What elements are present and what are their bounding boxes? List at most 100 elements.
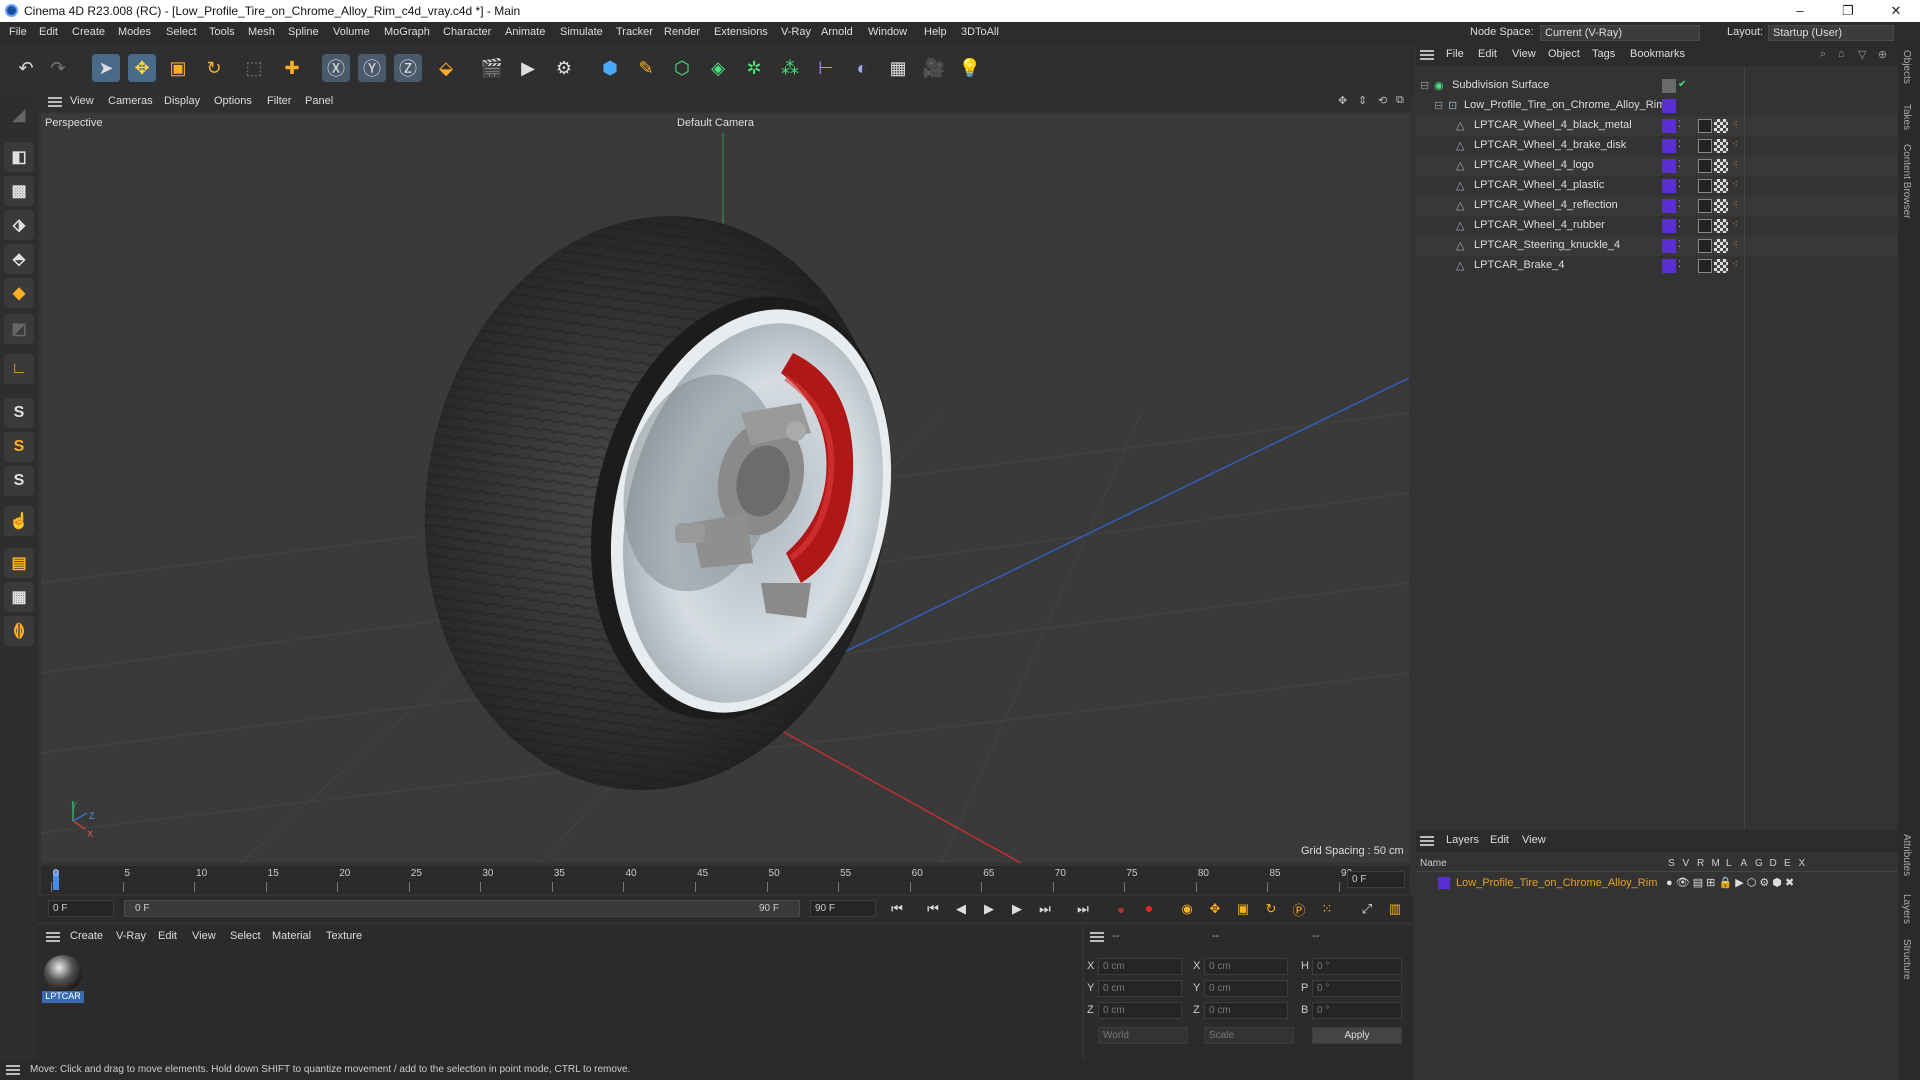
floor-icon[interactable]: ▦ — [884, 54, 912, 82]
menu-animate[interactable]: Animate — [505, 26, 545, 38]
layer-color-icon[interactable] — [1662, 219, 1676, 233]
prev-key-icon[interactable]: ⏮ — [922, 899, 944, 919]
render-view-icon[interactable]: ▶ — [514, 54, 542, 82]
deformer-icon[interactable]: ⁂ — [776, 54, 804, 82]
menu-render[interactable]: Render — [664, 26, 700, 38]
objects-menu-file[interactable]: File — [1446, 48, 1464, 60]
start-frame-field[interactable]: 0 F — [48, 900, 114, 917]
object-row[interactable]: △ LPTCAR_Wheel_4_reflection ⁚ ⁖ — [1416, 196, 1898, 216]
coord-h-rotation[interactable]: 0 ° — [1312, 958, 1402, 975]
viewport-menu-view[interactable]: View — [70, 95, 94, 107]
x-axis-lock-icon[interactable]: Ⓧ — [322, 54, 350, 82]
menu-tracker[interactable]: Tracker — [616, 26, 653, 38]
next-key-icon[interactable]: ⏭ — [1034, 899, 1056, 919]
objects-menu-bookmarks[interactable]: Bookmarks — [1630, 48, 1685, 60]
layout-select[interactable]: Startup (User) — [1768, 25, 1894, 41]
viewport-hamburger-icon[interactable] — [48, 97, 62, 107]
viewport-menu-filter[interactable]: Filter — [267, 95, 291, 107]
layer-color-icon[interactable] — [1662, 239, 1676, 253]
visibility-dots-icon[interactable]: ⁚ — [1678, 159, 1681, 170]
layers-menu-layers[interactable]: Layers — [1446, 834, 1479, 846]
objects-home-icon[interactable]: ⌂ — [1838, 48, 1845, 60]
timeline-icon[interactable]: ⤢ — [1356, 899, 1378, 919]
points-mode-icon[interactable]: ⬗ — [4, 210, 34, 240]
make-editable-icon[interactable]: ◢ — [4, 100, 34, 130]
phong-tag-icon[interactable] — [1698, 219, 1712, 233]
layer-color-icon[interactable] — [1662, 139, 1676, 153]
objects-new-window-icon[interactable]: ⊕ — [1878, 48, 1887, 61]
uvw-tag-icon[interactable]: ⁖ — [1732, 239, 1738, 250]
material-menu-select[interactable]: Select — [230, 930, 261, 942]
lock-grid-icon[interactable]: ⟬⟭ — [4, 616, 34, 646]
coord-y-size[interactable]: 0 cm — [1204, 980, 1288, 997]
material-tag-icon[interactable] — [1714, 139, 1728, 153]
layer-color-icon[interactable] — [1662, 259, 1676, 273]
menu-window[interactable]: Window — [868, 26, 907, 38]
visibility-dots-icon[interactable]: ⁚ — [1678, 239, 1681, 250]
uvw-tag-icon[interactable]: ⁖ — [1732, 199, 1738, 210]
snap-settings-icon[interactable]: S — [4, 432, 34, 462]
layer-color-icon[interactable] — [1662, 99, 1676, 113]
objects-menu-object[interactable]: Object — [1548, 48, 1580, 60]
polygons-mode-icon[interactable]: ◆ — [4, 278, 34, 308]
viewport-menu-cameras[interactable]: Cameras — [108, 95, 153, 107]
viewport-menu-display[interactable]: Display — [164, 95, 200, 107]
material-menu-vray[interactable]: V-Ray — [116, 930, 146, 942]
material-menu-material[interactable]: Material — [272, 930, 311, 942]
next-frame-icon[interactable]: ▶ — [1006, 899, 1028, 919]
objects-hamburger-icon[interactable] — [1420, 50, 1434, 60]
objects-menu-tags[interactable]: Tags — [1592, 48, 1615, 60]
object-row[interactable]: △ LPTCAR_Wheel_4_rubber ⁚ ⁖ — [1416, 216, 1898, 236]
menu-character[interactable]: Character — [443, 26, 491, 38]
edges-mode-icon[interactable]: ⬘ — [4, 244, 34, 274]
coord-p-rotation[interactable]: 0 ° — [1312, 980, 1402, 997]
layer-row[interactable]: Low_Profile_Tire_on_Chrome_Alloy_Rim ● 👁… — [1416, 874, 1898, 892]
tab-takes[interactable]: Takes — [1901, 104, 1912, 130]
move-tool-icon[interactable]: ✥ — [128, 54, 156, 82]
objects-filter-icon[interactable]: ▽ — [1858, 48, 1866, 61]
tab-layers[interactable]: Layers — [1901, 894, 1912, 924]
uvw-tag-icon[interactable]: ⁖ — [1732, 139, 1738, 150]
coords-hamburger-icon[interactable] — [1090, 932, 1104, 942]
menu-simulate[interactable]: Simulate — [560, 26, 603, 38]
mograph-cloner-icon[interactable]: ✲ — [740, 54, 768, 82]
layer-name[interactable]: Low_Profile_Tire_on_Chrome_Alloy_Rim — [1456, 877, 1657, 889]
phong-tag-icon[interactable] — [1698, 199, 1712, 213]
uvw-tag-icon[interactable]: ⁖ — [1732, 259, 1738, 270]
frame-range-slider[interactable]: 0 F 90 F — [124, 900, 800, 917]
material-tag-icon[interactable] — [1714, 179, 1728, 193]
layer-color-swatch[interactable] — [1438, 877, 1450, 889]
close-button[interactable]: ✕ — [1886, 3, 1906, 19]
object-row[interactable]: △ LPTCAR_Steering_knuckle_4 ⁚ ⁖ — [1416, 236, 1898, 256]
key-param-icon[interactable]: Ⓟ — [1288, 899, 1310, 919]
layer-tag-icon[interactable] — [1662, 79, 1676, 93]
uvw-tag-icon[interactable]: ⁖ — [1732, 179, 1738, 190]
tab-structure[interactable]: Structure — [1901, 939, 1912, 980]
object-row[interactable]: △ LPTCAR_Wheel_4_brake_disk ⁚ ⁖ — [1416, 136, 1898, 156]
minimize-button[interactable]: – — [1790, 3, 1810, 18]
tweak-icon[interactable]: ☝ — [4, 506, 34, 536]
menu-select[interactable]: Select — [166, 26, 197, 38]
menu-3dtoall[interactable]: 3DToAll — [961, 26, 999, 38]
camera-icon[interactable]: 🎥 — [920, 54, 948, 82]
coord-mode-select[interactable]: Scale — [1204, 1027, 1294, 1044]
workplane-icon[interactable]: ∟ — [4, 354, 34, 384]
keyframe-selection-icon[interactable]: ◉ — [1176, 899, 1198, 919]
maximize-button[interactable]: ❐ — [1838, 3, 1858, 19]
viewport-menu-options[interactable]: Options — [214, 95, 252, 107]
phong-tag-icon[interactable] — [1698, 239, 1712, 253]
menu-help[interactable]: Help — [924, 26, 947, 38]
coord-y-position[interactable]: 0 cm — [1098, 980, 1182, 997]
cube-icon[interactable]: ⬢ — [596, 54, 624, 82]
extrude-icon[interactable]: ◈ — [704, 54, 732, 82]
object-row[interactable]: △ LPTCAR_Brake_4 ⁚ ⁖ — [1416, 256, 1898, 276]
objects-search-icon[interactable]: ⌕ — [1820, 48, 1826, 61]
phong-tag-icon[interactable] — [1698, 179, 1712, 193]
object-row-group[interactable]: ⊟ ⊡ Low_Profile_Tire_on_Chrome_Alloy_Rim — [1416, 96, 1898, 116]
viewport-menu-panel[interactable]: Panel — [305, 95, 333, 107]
grid-icon[interactable]: ▦ — [4, 582, 34, 612]
layers-menu-edit[interactable]: Edit — [1490, 834, 1509, 846]
material-menu-edit[interactable]: Edit — [158, 930, 177, 942]
menu-mesh[interactable]: Mesh — [248, 26, 275, 38]
undo-icon[interactable]: ↶ — [12, 54, 40, 82]
